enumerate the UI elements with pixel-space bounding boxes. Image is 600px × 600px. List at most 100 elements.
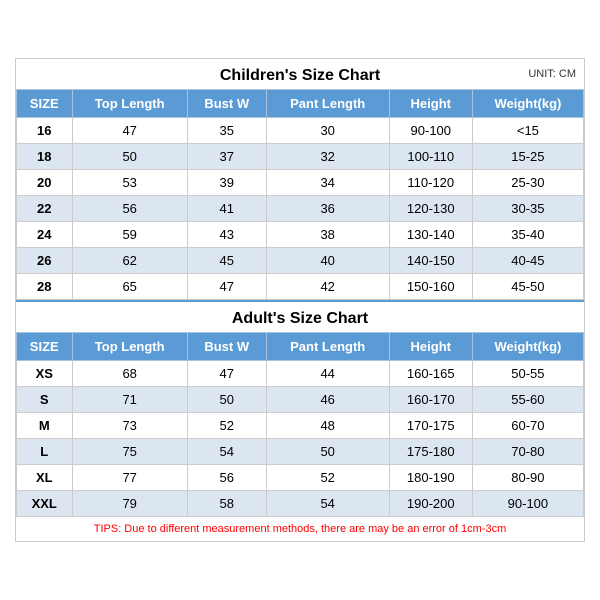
tips-text: TIPS: Due to different measurement metho… [16,517,584,541]
table-cell: 30-35 [472,196,583,222]
table-cell: 175-180 [389,439,472,465]
table-row: 24594338130-14035-40 [17,222,584,248]
table-cell: 68 [72,361,187,387]
table-cell: 140-150 [389,248,472,274]
table-cell: 47 [72,118,187,144]
table-cell: 45-50 [472,274,583,300]
table-cell: 54 [187,439,266,465]
table-cell: 100-110 [389,144,472,170]
table-cell: 160-165 [389,361,472,387]
adults-size-table: SIZE Top Length Bust W Pant Length Heigh… [16,332,584,517]
table-cell: 26 [17,248,73,274]
children-col-top-length: Top Length [72,90,187,118]
table-cell: 190-200 [389,491,472,517]
table-row: 1647353090-100<15 [17,118,584,144]
table-cell: 46 [266,387,389,413]
adults-col-weight: Weight(kg) [472,333,583,361]
table-cell: 90-100 [389,118,472,144]
table-cell: 41 [187,196,266,222]
table-cell: XXL [17,491,73,517]
table-cell: 30 [266,118,389,144]
table-row: M735248170-17560-70 [17,413,584,439]
table-cell: 18 [17,144,73,170]
table-cell: 58 [187,491,266,517]
adults-header-row: SIZE Top Length Bust W Pant Length Heigh… [17,333,584,361]
table-cell: 80-90 [472,465,583,491]
table-cell: 70-80 [472,439,583,465]
adults-col-top-length: Top Length [72,333,187,361]
children-title-text: Children's Size Chart [220,67,380,84]
adults-col-pant: Pant Length [266,333,389,361]
adults-title-text: Adult's Size Chart [232,310,368,327]
table-cell: 48 [266,413,389,439]
children-chart-title: Children's Size Chart UNIT: CM [16,59,584,89]
adults-col-bust: Bust W [187,333,266,361]
table-cell: 75 [72,439,187,465]
table-cell: 79 [72,491,187,517]
table-cell: 180-190 [389,465,472,491]
table-row: L755450175-18070-80 [17,439,584,465]
table-cell: 25-30 [472,170,583,196]
table-cell: 73 [72,413,187,439]
table-cell: 170-175 [389,413,472,439]
table-cell: 40 [266,248,389,274]
table-cell: S [17,387,73,413]
size-chart-container: Children's Size Chart UNIT: CM SIZE Top … [15,58,585,542]
table-cell: <15 [472,118,583,144]
table-row: 20533934110-12025-30 [17,170,584,196]
adults-chart-title: Adult's Size Chart [16,300,584,332]
table-row: XXL795854190-20090-100 [17,491,584,517]
table-cell: 35 [187,118,266,144]
children-col-height: Height [389,90,472,118]
children-col-size: SIZE [17,90,73,118]
table-cell: 50-55 [472,361,583,387]
table-cell: 150-160 [389,274,472,300]
children-header-row: SIZE Top Length Bust W Pant Length Heigh… [17,90,584,118]
table-cell: 24 [17,222,73,248]
table-cell: 34 [266,170,389,196]
table-row: 28654742150-16045-50 [17,274,584,300]
table-cell: 120-130 [389,196,472,222]
table-row: 22564136120-13030-35 [17,196,584,222]
table-cell: 90-100 [472,491,583,517]
table-cell: 65 [72,274,187,300]
table-cell: 40-45 [472,248,583,274]
table-cell: 45 [187,248,266,274]
table-cell: 35-40 [472,222,583,248]
unit-label: UNIT: CM [528,68,576,80]
table-cell: 38 [266,222,389,248]
table-cell: L [17,439,73,465]
table-cell: 50 [187,387,266,413]
table-cell: 53 [72,170,187,196]
table-cell: 60-70 [472,413,583,439]
table-cell: 16 [17,118,73,144]
table-cell: XS [17,361,73,387]
table-cell: 50 [72,144,187,170]
table-cell: 56 [72,196,187,222]
adults-col-height: Height [389,333,472,361]
table-cell: 28 [17,274,73,300]
table-cell: 130-140 [389,222,472,248]
table-cell: 39 [187,170,266,196]
table-cell: 62 [72,248,187,274]
table-cell: 36 [266,196,389,222]
table-cell: 55-60 [472,387,583,413]
table-row: 18503732100-11015-25 [17,144,584,170]
children-col-weight: Weight(kg) [472,90,583,118]
table-cell: 77 [72,465,187,491]
table-cell: 44 [266,361,389,387]
table-cell: 32 [266,144,389,170]
table-cell: 37 [187,144,266,170]
table-cell: 56 [187,465,266,491]
table-cell: 52 [266,465,389,491]
table-cell: 54 [266,491,389,517]
table-row: XS684744160-16550-55 [17,361,584,387]
table-cell: 50 [266,439,389,465]
table-cell: 71 [72,387,187,413]
adults-col-size: SIZE [17,333,73,361]
table-cell: 22 [17,196,73,222]
children-size-table: SIZE Top Length Bust W Pant Length Heigh… [16,89,584,300]
children-col-bust: Bust W [187,90,266,118]
table-row: S715046160-17055-60 [17,387,584,413]
table-cell: 20 [17,170,73,196]
